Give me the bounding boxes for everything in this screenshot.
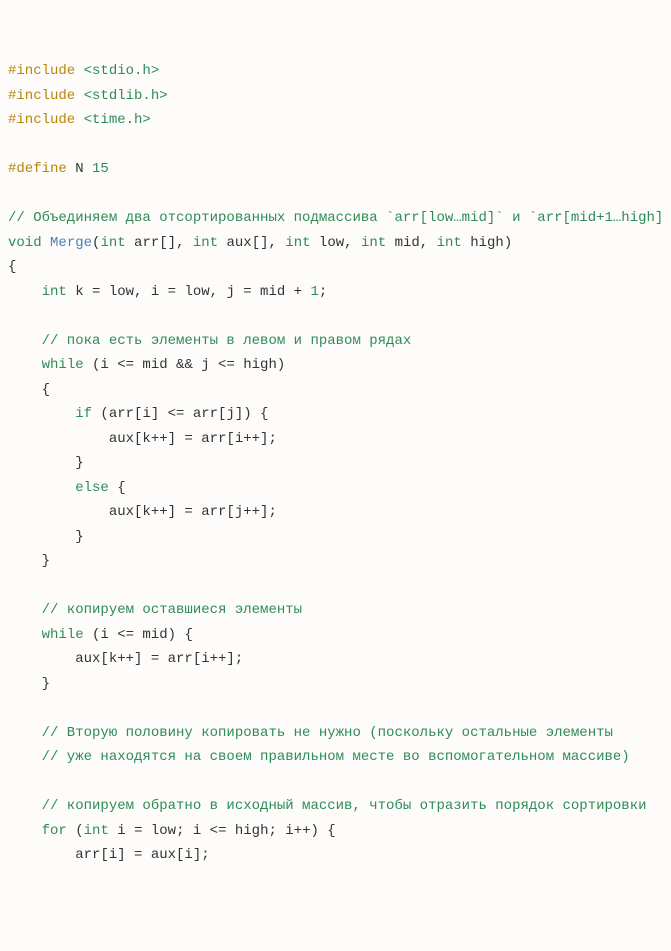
preproc: #include (8, 88, 75, 104)
text: { (8, 382, 50, 398)
text: { (109, 480, 126, 496)
text: i = low; i <= high; i++) { (109, 823, 336, 839)
text: } (8, 676, 50, 692)
keyword: int (285, 235, 310, 251)
function-name: Merge (50, 235, 92, 251)
comment: // копируем оставшиеся элементы (8, 602, 302, 618)
text: (i <= mid && j <= high) (84, 357, 286, 373)
comment: // пока есть элементы в левом и правом р… (8, 333, 411, 349)
header: <time.h> (75, 112, 151, 128)
keyword: int (100, 235, 125, 251)
text (8, 406, 75, 422)
keyword: for (42, 823, 67, 839)
text: aux[k++] = arr[i++]; (8, 651, 243, 667)
preproc: #include (8, 112, 75, 128)
preproc: #include (8, 63, 75, 79)
text: (i <= mid) { (84, 627, 193, 643)
text: low, (311, 235, 361, 251)
text: } (8, 455, 84, 471)
text: high) (462, 235, 512, 251)
number: 15 (92, 161, 109, 177)
text: ; (319, 284, 327, 300)
comment: // копируем обратно в исходный массив, ч… (8, 798, 647, 814)
text (8, 357, 42, 373)
preproc: #define (8, 161, 67, 177)
keyword: else (75, 480, 109, 496)
keyword: while (42, 627, 84, 643)
text (8, 823, 42, 839)
text: arr[i] = aux[i]; (8, 847, 210, 863)
comment: // уже находятся на своем правильном мес… (8, 749, 630, 765)
text: mid, (386, 235, 436, 251)
text: k = low, i = low, j = mid + (67, 284, 311, 300)
keyword: int (42, 284, 67, 300)
text: aux[], (218, 235, 285, 251)
text (42, 235, 50, 251)
text: } (8, 553, 50, 569)
text (8, 627, 42, 643)
text: { (8, 259, 16, 275)
header: <stdio.h> (75, 63, 159, 79)
keyword: int (437, 235, 462, 251)
keyword: int (84, 823, 109, 839)
code-block: #include <stdio.h> #include <stdlib.h> #… (8, 59, 663, 868)
keyword: int (193, 235, 218, 251)
comment: // Объединяем два отсортированных подмас… (8, 210, 663, 226)
text: } (8, 529, 84, 545)
text: ( (67, 823, 84, 839)
comment: // Вторую половину копировать не нужно (… (8, 725, 613, 741)
text: arr[], (126, 235, 193, 251)
text: N (67, 161, 92, 177)
text (8, 480, 75, 496)
number: 1 (310, 284, 318, 300)
text: aux[k++] = arr[i++]; (8, 431, 277, 447)
keyword: void (8, 235, 42, 251)
text: (arr[i] <= arr[j]) { (92, 406, 268, 422)
keyword: while (42, 357, 84, 373)
text (8, 284, 42, 300)
keyword: int (361, 235, 386, 251)
header: <stdlib.h> (75, 88, 167, 104)
text: aux[k++] = arr[j++]; (8, 504, 277, 520)
keyword: if (75, 406, 92, 422)
